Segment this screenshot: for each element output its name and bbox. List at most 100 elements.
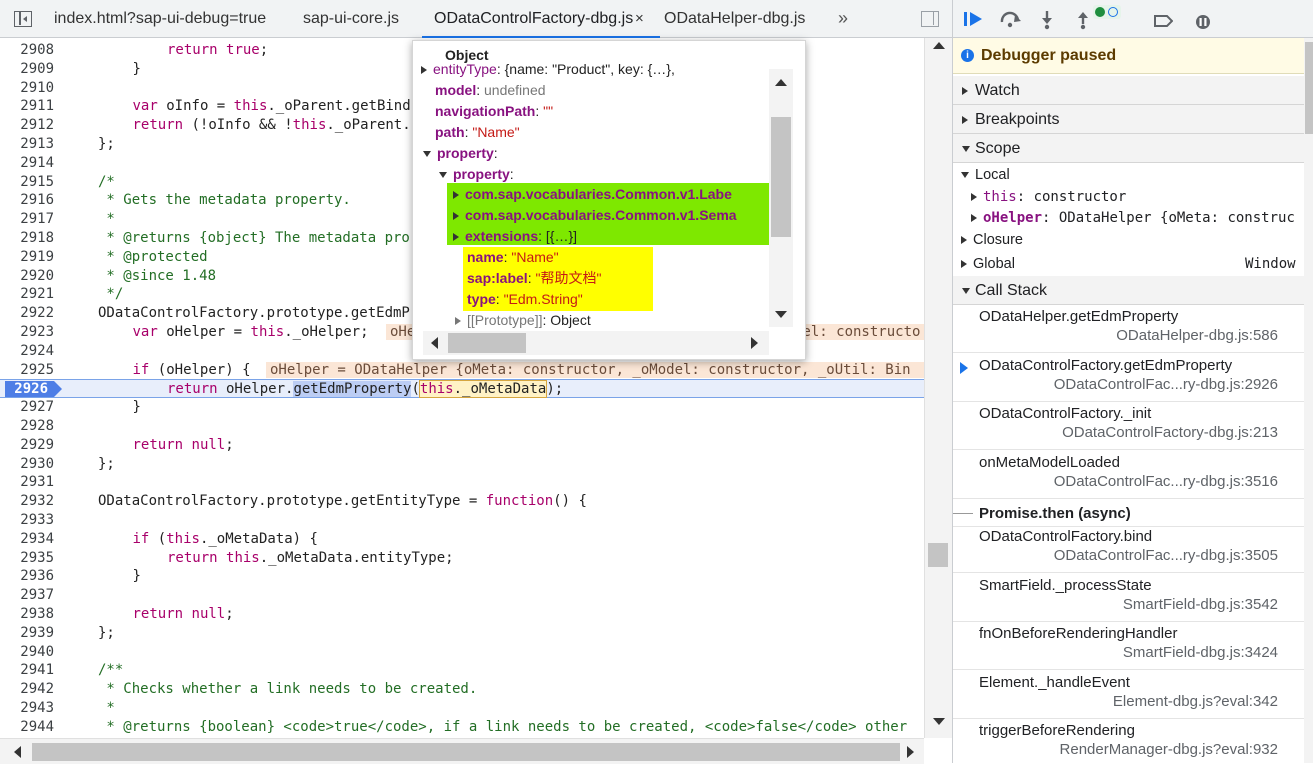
line-number[interactable]: 2930 (0, 455, 54, 474)
more-tabs-icon[interactable]: » (838, 0, 848, 36)
line-number[interactable]: 2933 (0, 511, 54, 530)
expand-icon[interactable] (961, 236, 967, 245)
scroll-up-icon[interactable] (933, 42, 945, 49)
scroll-thumb[interactable] (1305, 42, 1313, 134)
prop-property-outer[interactable]: property: (423, 143, 498, 164)
expand-icon[interactable] (971, 193, 977, 201)
code-line[interactable]: 2941 /** (0, 661, 924, 680)
collapse-icon[interactable] (961, 172, 969, 179)
collapse-icon[interactable] (439, 172, 447, 179)
line-number[interactable]: 2934 (0, 530, 54, 549)
scope-local[interactable]: Local (961, 163, 1010, 187)
line-number[interactable]: 2914 (0, 154, 54, 173)
code-line[interactable]: 2927} (0, 398, 924, 417)
code-line[interactable]: 2944 * @returns {boolean} <code>true</co… (0, 718, 924, 737)
toggle-debugger-icon[interactable] (921, 11, 939, 27)
tab-odatahelper[interactable]: ODataHelper-dbg.js (664, 0, 805, 37)
line-number[interactable]: 2913 (0, 135, 54, 154)
call-frame[interactable]: SmartField._processState SmartField-dbg.j… (953, 574, 1304, 622)
line-number[interactable]: 2910 (0, 79, 54, 98)
pause-on-exceptions-icon[interactable] (1193, 14, 1213, 30)
line-number[interactable]: 2936 (0, 567, 54, 586)
editor-vertical-scrollbar[interactable] (924, 38, 953, 738)
toggle-navigator-icon[interactable] (14, 11, 32, 27)
section-scope[interactable]: Scope (953, 134, 1304, 163)
code-line[interactable]: 2929 return null; (0, 436, 924, 455)
code-line[interactable]: 2935 return this._oMetaData.entityType; (0, 549, 924, 568)
expand-icon[interactable] (961, 260, 967, 269)
call-frame-location[interactable]: ODataHelper-dbg.js:586 (1116, 327, 1278, 344)
section-watch[interactable]: Watch (953, 76, 1304, 105)
line-number[interactable]: 2924 (0, 342, 54, 361)
line-number[interactable]: 2932 (0, 492, 54, 511)
expand-icon[interactable] (455, 317, 461, 326)
line-number[interactable]: 2908 (0, 41, 54, 60)
line-number[interactable]: 2916 (0, 191, 54, 210)
line-number[interactable]: 2929 (0, 436, 54, 455)
line-number[interactable]: 2935 (0, 549, 54, 568)
line-number[interactable]: 2939 (0, 624, 54, 643)
call-frame[interactable]: triggerBeforeRendering RenderManager-dbg.… (953, 719, 1304, 763)
line-number[interactable]: 2938 (0, 605, 54, 624)
section-breakpoints[interactable]: Breakpoints (953, 105, 1304, 134)
call-frame-location[interactable]: RenderManager-dbg.js?eval:932 (1060, 741, 1278, 758)
code-line[interactable]: 2928 (0, 417, 924, 436)
tab-odatacontrolfactory[interactable]: ODataControlFactory-dbg.js (422, 0, 660, 38)
line-number[interactable]: 2931 (0, 473, 54, 492)
line-number[interactable]: 2941 (0, 661, 54, 680)
expand-icon[interactable] (453, 191, 459, 200)
scroll-up-icon[interactable] (775, 79, 787, 86)
code-line[interactable]: 2937 (0, 586, 924, 605)
expand-icon[interactable] (453, 212, 459, 221)
scroll-thumb[interactable] (448, 333, 526, 353)
code-line[interactable]: 2943 * (0, 699, 924, 718)
prop-entitytype[interactable]: entityType: {name: "Product", key: {…}, (421, 59, 773, 80)
collapse-icon[interactable] (423, 151, 431, 158)
line-number[interactable]: 2940 (0, 643, 54, 662)
line-number[interactable]: 2943 (0, 699, 54, 718)
scroll-left-icon[interactable] (14, 746, 21, 758)
popover-horizontal-scrollbar[interactable] (423, 331, 769, 355)
call-frame-location[interactable]: ODataControlFactory-dbg.js:213 (1062, 424, 1278, 441)
call-frame[interactable]: ODataControlFactory.getEdmProperty ODataC… (953, 354, 1304, 402)
line-number[interactable]: 2921 (0, 285, 54, 304)
scroll-right-icon[interactable] (907, 746, 914, 758)
code-line[interactable]: 2930}; (0, 455, 924, 474)
code-line[interactable]: 2932 ODataControlFactory.prototype.getEnt… (0, 492, 924, 511)
call-frame[interactable]: ODataHelper.getEdmProperty ODataHelper-db… (953, 305, 1304, 353)
line-number[interactable]: 2937 (0, 586, 54, 605)
line-number[interactable]: 2923 (0, 323, 54, 342)
tab-index-html[interactable]: index.html?sap-ui-debug=true (54, 0, 266, 37)
call-frame[interactable]: onMetaModelLoaded ODataControlFac...ry-db… (953, 451, 1304, 499)
expand-icon[interactable] (971, 214, 977, 222)
line-number[interactable]: 2909 (0, 60, 54, 79)
scroll-right-icon[interactable] (751, 337, 758, 349)
tab-sap-ui-core[interactable]: sap-ui-core.js (303, 0, 399, 37)
line-number[interactable]: 2925 (0, 361, 54, 380)
scroll-left-icon[interactable] (431, 337, 438, 349)
popover-vertical-scrollbar[interactable] (769, 69, 793, 327)
prop-common-semantics[interactable]: com.sap.vocabularies.Common.v1.Sema (453, 205, 771, 226)
expand-icon[interactable] (453, 233, 459, 242)
call-frame[interactable]: fnOnBeforeRenderingHandler SmartField-dbg… (953, 622, 1304, 670)
code-line[interactable]: 2934 if (this._oMetaData) { (0, 530, 924, 549)
deactivate-breakpoints-icon[interactable] (1153, 14, 1173, 28)
prop-prototype[interactable]: [[Prototype]]: Object (455, 310, 591, 331)
call-frame[interactable]: ODataControlFactory._init ODataControlFac… (953, 402, 1304, 450)
object-preview-popover[interactable]: Object entityType: {name: "Product", key… (412, 40, 806, 360)
line-number[interactable]: 2942 (0, 680, 54, 699)
call-frame-location[interactable]: ODataControlFac...ry-dbg.js:3505 (1054, 547, 1278, 564)
code-line[interactable]: 2938 return null; (0, 605, 924, 624)
line-number[interactable]: 2919 (0, 248, 54, 267)
line-number[interactable]: 2918 (0, 229, 54, 248)
call-frame-location[interactable]: Element-dbg.js?eval:342 (1113, 693, 1278, 710)
prop-property-inner[interactable]: property: (439, 164, 514, 185)
code-line[interactable]: 2933 (0, 511, 924, 530)
scope-closure[interactable]: Closure (961, 228, 1023, 252)
resume-icon[interactable] (963, 10, 985, 28)
prop-common-label[interactable]: com.sap.vocabularies.Common.v1.Labe (453, 184, 771, 205)
call-frame[interactable]: ODataControlFactory.bind ODataControlFac.… (953, 525, 1304, 573)
editor-horizontal-scrollbar[interactable] (0, 738, 924, 764)
code-line[interactable]: 2926 return oHelper.getEdmProperty(this._… (0, 379, 924, 399)
code-line[interactable]: 2942 * Checks whether a link needs to be… (0, 680, 924, 699)
